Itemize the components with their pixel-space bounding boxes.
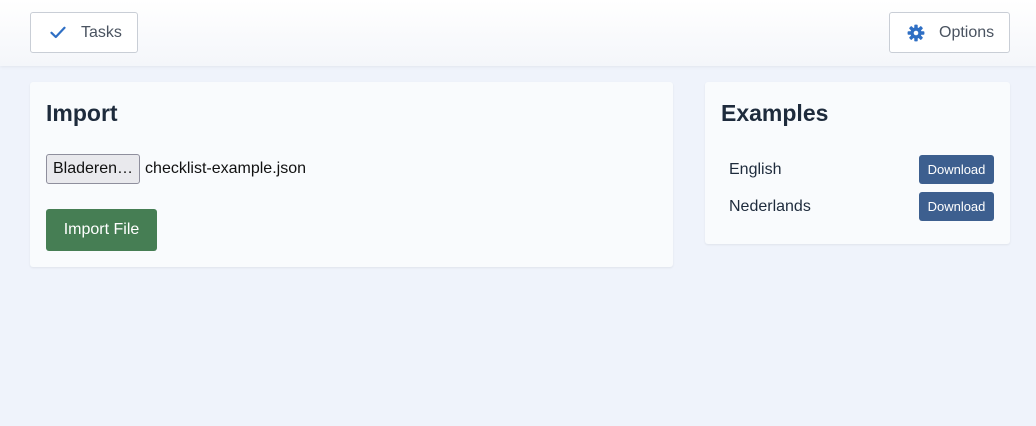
download-button-english[interactable]: Download [919, 155, 994, 184]
check-icon [49, 26, 67, 39]
example-item-nederlands: Nederlands Download [729, 192, 994, 221]
examples-card: Examples English Download Nederlands Dow… [705, 82, 1010, 244]
tasks-button-label: Tasks [81, 23, 122, 41]
options-button[interactable]: Options [889, 12, 1010, 53]
selected-file-name: checklist-example.json [145, 160, 306, 177]
import-title: Import [46, 100, 118, 126]
examples-title: Examples [721, 100, 829, 126]
tasks-button[interactable]: Tasks [30, 12, 138, 53]
import-file-button[interactable]: Import File [46, 209, 157, 251]
example-item-english: English Download [729, 155, 994, 184]
options-button-label: Options [939, 23, 995, 41]
file-input: Bladeren… checklist-example.json [46, 154, 306, 184]
browse-button[interactable]: Bladeren… [46, 154, 141, 184]
download-button-nederlands[interactable]: Download [919, 192, 994, 221]
example-label: English [729, 160, 782, 178]
gear-icon [907, 24, 925, 42]
top-navigation-bar: Tasks Options [0, 0, 1036, 66]
import-card: Import Bladeren… checklist-example.json … [30, 82, 673, 267]
example-label: Nederlands [729, 197, 811, 215]
